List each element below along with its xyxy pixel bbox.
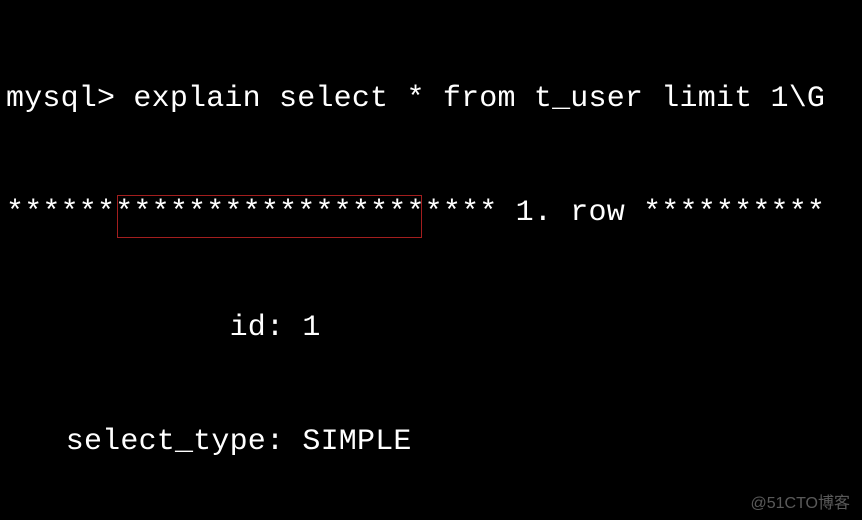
command-line[interactable]: mysql> explain select * from t_user limi… (6, 80, 856, 118)
field-select-type: select_type: SIMPLE (6, 423, 856, 461)
row-separator: *************************** 1. row *****… (6, 194, 856, 232)
mysql-prompt: mysql> (6, 82, 115, 116)
terminal-output: mysql> explain select * from t_user limi… (0, 0, 862, 520)
watermark-text: @51CTO博客 (750, 494, 850, 514)
field-id: id: 1 (6, 309, 856, 347)
sql-command: explain select * from t_user limit 1\G (133, 82, 825, 116)
